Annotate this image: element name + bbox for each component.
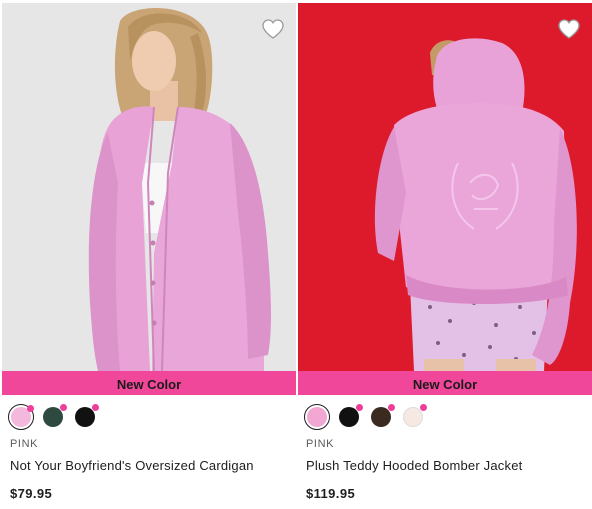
new-color-banner: New Color (2, 371, 296, 395)
heart-outline-icon[interactable] (557, 17, 581, 41)
swatch-black[interactable] (72, 404, 99, 430)
new-color-banner: New Color (298, 371, 592, 395)
swatch-pink[interactable] (8, 404, 34, 430)
product-price: $79.95 (10, 486, 53, 501)
product-brand: PINK (306, 438, 335, 450)
swatch-dark-green[interactable] (40, 404, 67, 430)
product-image[interactable]: New Color (2, 3, 296, 395)
product-card[interactable]: New Color PINK Not Your Boyfriend's Over… (2, 0, 296, 509)
color-swatches (8, 404, 99, 432)
product-image[interactable]: New Color (298, 3, 592, 395)
product-grid: New Color PINK Not Your Boyfriend's Over… (0, 0, 592, 509)
bomber-jacket-photo (298, 3, 592, 395)
product-price: $119.95 (306, 486, 356, 501)
product-title[interactable]: Not Your Boyfriend's Oversized Cardigan (10, 458, 254, 473)
cardigan-photo (2, 3, 296, 395)
swatch-brown-leopard[interactable] (368, 404, 395, 430)
color-swatches (304, 404, 427, 432)
product-title[interactable]: Plush Teddy Hooded Bomber Jacket (306, 458, 522, 473)
heart-outline-icon[interactable] (261, 17, 285, 41)
swatch-black[interactable] (336, 404, 363, 430)
product-card[interactable]: New Color PINK Plush Teddy Hooded Bomber (298, 0, 592, 509)
product-brand: PINK (10, 438, 39, 450)
swatch-pink[interactable] (304, 404, 330, 430)
swatch-cream-print[interactable] (400, 404, 427, 430)
